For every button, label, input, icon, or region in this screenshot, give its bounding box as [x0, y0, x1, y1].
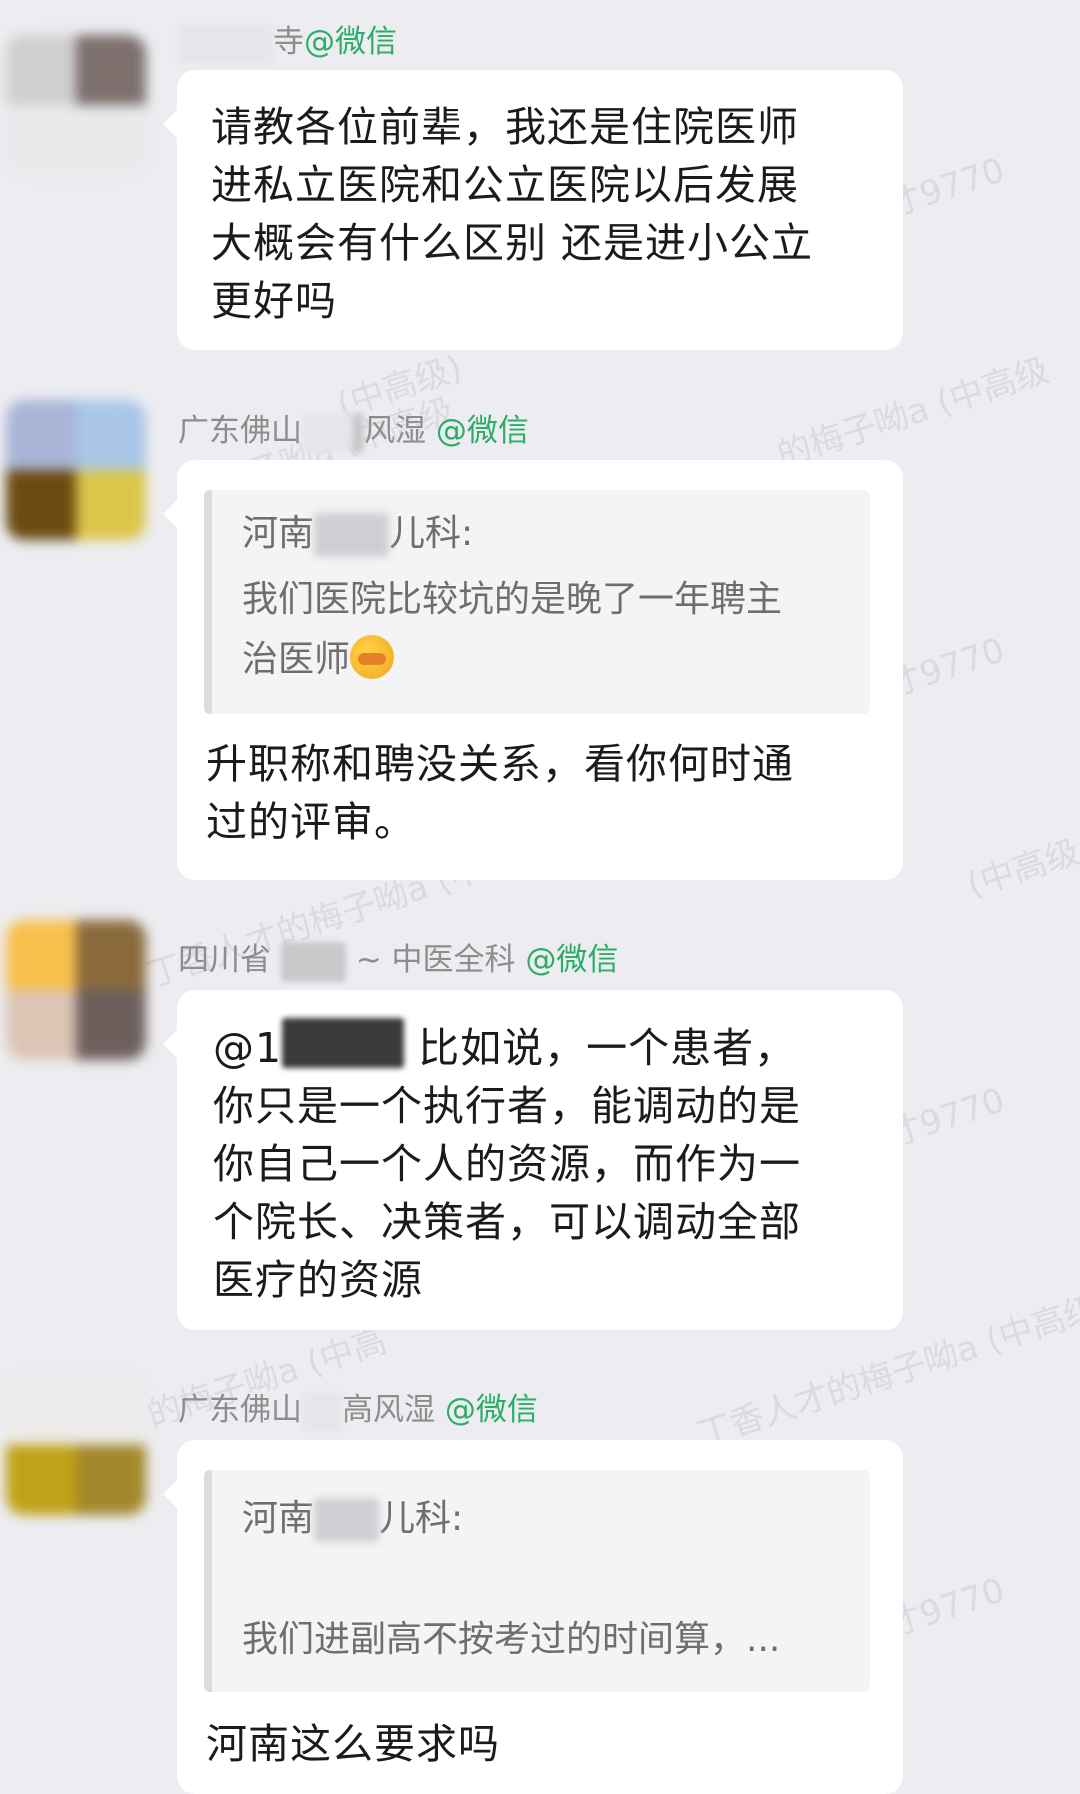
sender-name-part: 广东佛山	[178, 413, 302, 449]
sender-name: 四川省 ~ 中医全科 @微信	[178, 940, 618, 982]
sender-name-part: 寺	[273, 24, 304, 60]
avatar[interactable]	[6, 400, 146, 540]
avatar[interactable]	[6, 35, 146, 175]
quote-line: 我们医院比较坑的是晚了一年聘主	[242, 579, 783, 620]
sender-name: 寺@微信	[178, 22, 397, 64]
redacted-name	[302, 412, 352, 453]
message-line: 大概会有什么区别 还是进小公立	[211, 219, 814, 267]
quoted-message[interactable]: 河南 儿科: 我们医院比较坑的是晚了一年聘主 治医师	[204, 490, 870, 714]
message-line: 河南这么要求吗	[206, 1720, 500, 1768]
facepalm-emoji-icon	[350, 635, 395, 679]
sender-name: 广东佛山 高风湿 @微信	[178, 1390, 538, 1432]
quoted-message[interactable]: 河南 儿科: 我们进副高不按考过的时间算，...	[204, 1470, 870, 1692]
watermark: (中高级	[962, 831, 1080, 906]
redacted-name	[314, 1498, 380, 1542]
sender-name-part: 高风湿	[342, 1392, 435, 1428]
quote-text: 我们医院比较坑的是晚了一年聘主 治医师	[242, 570, 842, 690]
wechat-tag: @微信	[304, 24, 397, 60]
quote-sender-part: 儿科:	[389, 513, 474, 554]
sender-name: 广东佛山 风湿 @微信	[178, 411, 529, 453]
quote-sender-part: 河南	[242, 513, 315, 554]
quote-sender-part: 河南	[242, 1498, 315, 1539]
sender-name-part: 四川省	[178, 942, 271, 978]
redacted-name	[280, 941, 346, 982]
message-line: 升职称和聘没关系，看你何时通	[206, 740, 794, 788]
wechat-tag: @微信	[525, 942, 619, 978]
message-bubble[interactable]: 请教各位前辈，我还是住院医师 进私立医院和公立医院以后发展 大概会有什么区别 还…	[163, 70, 903, 350]
sender-name-part: ~ 中医全科	[355, 942, 516, 978]
redacted-mention	[282, 1018, 405, 1068]
redacted-name	[352, 412, 364, 453]
message-line: 你只是一个执行者，能调动的是	[213, 1082, 801, 1130]
redacted-name	[314, 513, 390, 557]
message-line: 过的评审。	[206, 798, 416, 846]
quote-line-with-emoji: 治医师	[242, 630, 842, 690]
sender-name-part: 广东佛山	[178, 1392, 302, 1428]
message-bubble[interactable]: 河南 儿科: 我们进副高不按考过的时间算，... 河南这么要求吗	[163, 1440, 903, 1794]
redacted-name	[302, 1391, 342, 1432]
watermark: 的梅子呦a (中高级	[772, 350, 1054, 476]
redacted-name	[178, 23, 273, 64]
message-bubble[interactable]: @1 比如说，一个患者， 你只是一个执行者，能调动的是 你自己一个人的资源，而作…	[163, 990, 903, 1330]
avatar[interactable]	[6, 1375, 146, 1515]
message-line: @1 比如说，一个患者，	[213, 1018, 867, 1077]
quote-sender-part: 儿科:	[379, 1498, 464, 1539]
message-bubble[interactable]: 河南 儿科: 我们医院比较坑的是晚了一年聘主 治医师 升职称和聘没关系，看你何时通…	[163, 460, 903, 880]
message-line: 进私立医院和公立医院以后发展	[211, 161, 799, 209]
message-line: 个院长、决策者，可以调动全部	[213, 1198, 801, 1246]
quote-sender: 河南 儿科:	[242, 510, 473, 558]
message-line-part: 比如说，一个患者，	[418, 1024, 797, 1072]
message-line: 请教各位前辈，我还是住院医师	[211, 103, 799, 151]
message-line: 医疗的资源	[213, 1256, 423, 1304]
message-line: 更好吗	[211, 277, 337, 325]
wechat-tag: @微信	[435, 413, 529, 449]
quote-line: 我们进副高不按考过的时间算，...	[242, 1619, 781, 1660]
quote-text: 我们进副高不按考过的时间算，...	[242, 1610, 842, 1670]
message-line: 你自己一个人的资源，而作为一	[213, 1140, 801, 1188]
wechat-tag: @微信	[444, 1392, 538, 1428]
sender-name-part: 风湿	[364, 413, 426, 449]
quote-line: 治医师	[242, 639, 351, 680]
quote-sender: 河南 儿科:	[242, 1495, 463, 1543]
avatar[interactable]	[6, 920, 146, 1060]
mention[interactable]: @1	[213, 1024, 282, 1072]
